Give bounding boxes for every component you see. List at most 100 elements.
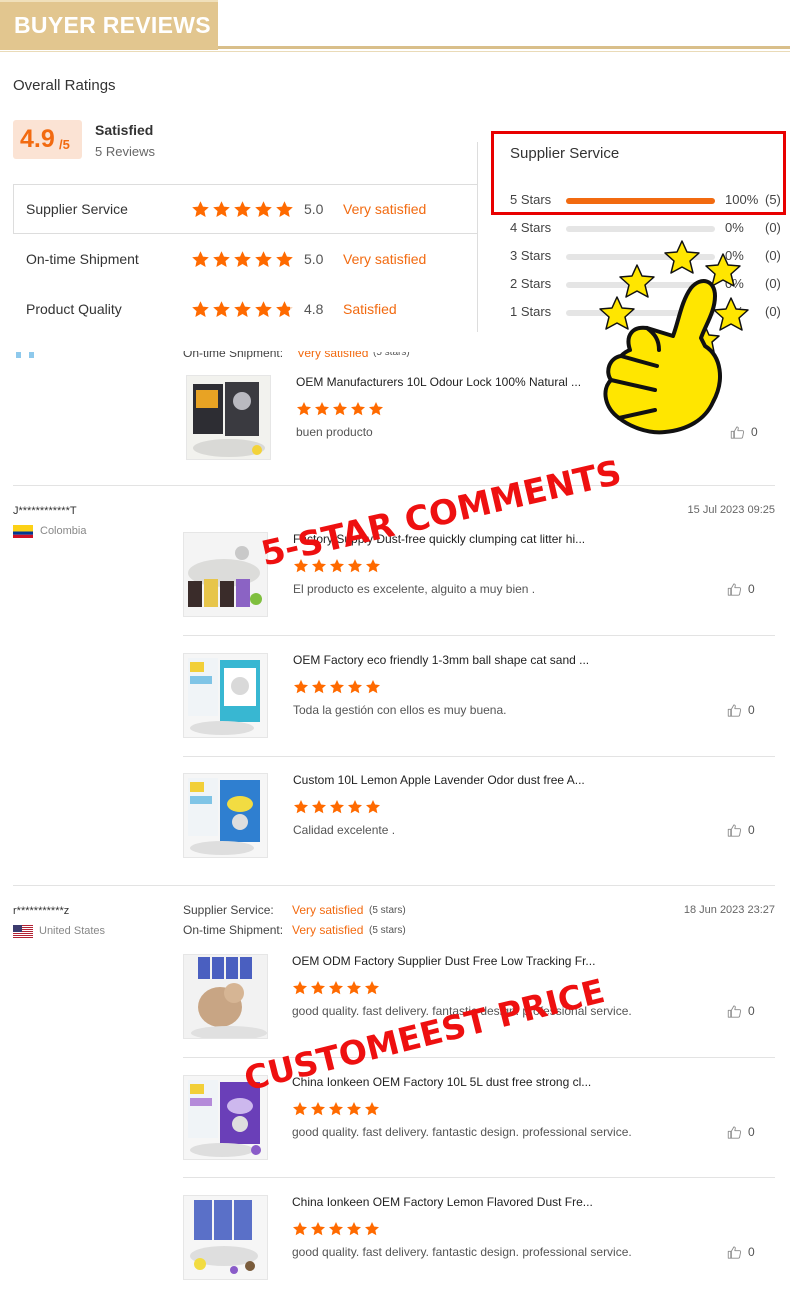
overall-score: 4.9 — [20, 125, 55, 153]
flag-icon — [16, 352, 34, 358]
star-icon — [347, 679, 363, 695]
star-icon — [311, 799, 327, 815]
meta-satisfaction: Very satisfied — [292, 903, 364, 917]
product-divider — [183, 756, 775, 757]
product-name[interactable]: China Ionkeen OEM Factory Lemon Flavored… — [292, 1195, 593, 1209]
breakdown-label: 3 Stars — [510, 248, 552, 263]
star-icon — [292, 980, 308, 996]
star-icon — [347, 799, 363, 815]
review-divider — [13, 885, 775, 886]
product-image[interactable] — [183, 653, 268, 738]
star-icon — [332, 401, 348, 417]
review-date: 18 Jun 2023 23:27 — [683, 904, 775, 916]
review-comment: good quality. fast delivery. fantastic d… — [292, 1125, 632, 1139]
star-icon — [310, 980, 326, 996]
star-icon — [212, 200, 231, 219]
overall-ratings-title: Overall Ratings — [13, 77, 116, 94]
meta-satisfaction: Very satisfied — [292, 923, 364, 937]
product-rating-stars — [292, 980, 380, 996]
star-icon — [329, 558, 345, 574]
meta-stars: (5 stars) — [373, 347, 410, 358]
star-icon — [275, 200, 294, 219]
product-rating-stars — [292, 1221, 380, 1237]
star-icon — [233, 200, 252, 219]
product-divider — [183, 1177, 775, 1178]
breakdown-label: 5 Stars — [510, 192, 552, 207]
like-button[interactable]: 0 — [727, 1004, 763, 1020]
like-count: 0 — [748, 1004, 755, 1018]
review-comment: Toda la gestión con ellos es muy buena. — [293, 703, 507, 717]
product-image[interactable] — [183, 532, 268, 617]
review-comment: buen producto — [296, 425, 373, 439]
star-icon — [292, 1221, 308, 1237]
star-icon — [293, 799, 309, 815]
breakdown-title: Supplier Service — [510, 145, 620, 162]
overlay-5-star-comments: 5-STAR COMMENTS — [257, 452, 626, 575]
thumbs-up-icon — [727, 1125, 742, 1140]
star-icon — [254, 250, 273, 269]
star-icon — [364, 1101, 380, 1117]
product-image[interactable] — [183, 954, 268, 1039]
breakdown-percent: 0% — [725, 220, 744, 235]
review-date: 15 Jul 2023 09:25 — [687, 504, 775, 516]
rating-value-product-quality: 4.8 — [304, 301, 324, 317]
rating-label-supplier-service: Supplier Service — [26, 201, 128, 217]
review-count: 5 Reviews — [95, 144, 155, 159]
review-comment: Calidad excelente . — [293, 823, 396, 837]
overall-satisfaction: Satisfied — [95, 122, 154, 138]
thumbs-up-icon — [727, 703, 742, 718]
star-icon — [328, 1101, 344, 1117]
like-count: 0 — [748, 1245, 755, 1259]
like-button[interactable]: 0 — [727, 823, 763, 839]
overall-score-denominator: /5 — [59, 137, 70, 152]
star-icon — [191, 250, 210, 269]
like-count: 0 — [748, 582, 755, 596]
star-icon — [329, 799, 345, 815]
like-button[interactable]: 0 — [727, 582, 763, 598]
star-icon — [328, 1221, 344, 1237]
product-name[interactable]: OEM Manufacturers 10L Odour Lock 100% Na… — [296, 375, 581, 389]
breakdown-row-4-stars[interactable]: 4 Stars 0% (0) — [510, 220, 785, 238]
buyer-reviews-tab[interactable]: BUYER REVIEWS — [0, 0, 218, 50]
breakdown-row-5-stars[interactable]: 5 Stars 100% (5) — [510, 192, 785, 210]
star-icon — [293, 679, 309, 695]
like-count: 0 — [748, 703, 755, 717]
reviewer-country: United States — [39, 925, 106, 937]
star-icon — [254, 300, 273, 319]
meta-stars: (5 stars) — [369, 905, 406, 916]
thumbs-up-icon — [727, 1245, 742, 1260]
star-icon — [329, 679, 345, 695]
breakdown-label: 2 Stars — [510, 276, 552, 291]
like-button[interactable]: 0 — [727, 1245, 763, 1261]
product-name[interactable]: OEM ODM Factory Supplier Dust Free Low T… — [292, 954, 595, 968]
star-icon — [365, 799, 381, 815]
breakdown-bar — [566, 226, 715, 232]
product-name[interactable]: Custom 10L Lemon Apple Lavender Odor dus… — [293, 773, 585, 787]
star-icon — [292, 1101, 308, 1117]
product-image[interactable] — [186, 375, 271, 460]
divider — [477, 142, 478, 184]
product-image[interactable] — [183, 1195, 268, 1280]
star-icon — [310, 1221, 326, 1237]
breakdown-count: (5) — [765, 192, 781, 207]
meta-stars: (5 stars) — [369, 925, 406, 936]
product-image[interactable] — [183, 773, 268, 858]
meta-satisfaction: Very satisfied — [297, 346, 369, 360]
rating-label-product-quality: Product Quality — [26, 301, 122, 317]
overall-score-badge: 4.9 /5 — [13, 120, 82, 159]
like-button[interactable]: 0 — [727, 703, 763, 719]
like-button[interactable]: 0 — [730, 425, 766, 441]
rating-stars-on-time-shipment — [191, 250, 294, 269]
star-icon — [328, 980, 344, 996]
like-button[interactable]: 0 — [727, 1125, 763, 1141]
rating-satisfaction-product-quality: Satisfied — [343, 301, 397, 317]
thumbs-up-icon — [730, 425, 745, 440]
star-icon — [191, 200, 210, 219]
breakdown-percent: 100% — [725, 192, 759, 207]
rating-stars-product-quality — [191, 300, 294, 319]
product-name[interactable]: China Ionkeen OEM Factory 10L 5L dust fr… — [292, 1075, 591, 1089]
reviewer-name: J************T — [13, 505, 77, 517]
product-name[interactable]: OEM Factory eco friendly 1-3mm ball shap… — [293, 653, 589, 667]
star-icon — [311, 679, 327, 695]
star-icon — [365, 558, 381, 574]
